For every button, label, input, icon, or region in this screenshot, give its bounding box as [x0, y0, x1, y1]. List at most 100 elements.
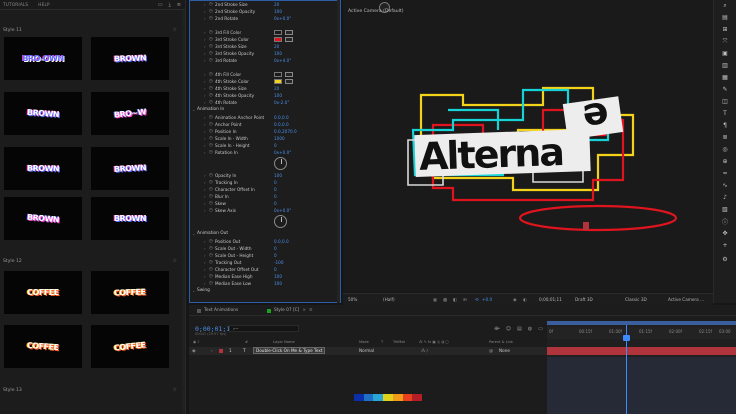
pickwhip-icon[interactable]: @: [489, 348, 493, 353]
col-trkmat[interactable]: TrkMat: [393, 340, 405, 344]
graph-editor-icon[interactable]: ▭: [538, 326, 543, 332]
region-icon[interactable]: ▦: [433, 297, 437, 302]
style-thumbnail[interactable]: COFFEE: [91, 271, 169, 314]
property-row[interactable]: › ◷ Animation Anchor Point 0.0,0.0: [190, 114, 340, 121]
close-icon[interactable]: ×: [302, 308, 306, 313]
property-row[interactable]: › ◷ Position In 0.0,2070.0: [190, 128, 340, 135]
property-row[interactable]: › ◷ 3rd Stroke Size 20: [190, 43, 340, 50]
property-value[interactable]: 0x+0.0°: [274, 208, 291, 213]
tab-help[interactable]: HELP: [38, 2, 49, 7]
property-value[interactable]: 100: [274, 93, 282, 98]
property-row[interactable]: › ◷ Tracking In 0: [190, 179, 340, 186]
property-row[interactable]: › ◷ Skew 0: [190, 200, 340, 207]
effect-controls-scrollbar[interactable]: [337, 0, 340, 303]
renderer-dropdown[interactable]: Classic 3D: [625, 297, 647, 302]
visibility-eye-icon[interactable]: ◉: [192, 348, 196, 353]
exposure-reset-icon[interactable]: ⟲: [475, 297, 479, 302]
col-layer-name[interactable]: Layer Name: [273, 340, 295, 344]
layer-parent-dropdown[interactable]: None: [499, 348, 510, 353]
property-value[interactable]: 0x+0.0°: [274, 16, 291, 21]
property-value[interactable]: 20: [274, 86, 279, 91]
wiggler-icon[interactable]: ≈: [721, 170, 729, 177]
property-row[interactable]: › ◷ 3rd Rotate 0x+4.0°: [190, 57, 340, 64]
property-value[interactable]: -100: [274, 260, 284, 265]
menu-icon[interactable]: ≡: [309, 308, 313, 313]
property-row[interactable]: › ◷ 2nd Rotate 0x+0.0°: [190, 15, 340, 22]
frame-blend-icon[interactable]: ▤: [517, 326, 522, 332]
layer-switches[interactable]: ⁂ ∕: [421, 348, 428, 353]
property-row[interactable]: › ◷ 2nd Stroke Size 20: [190, 1, 340, 8]
property-value[interactable]: 0: [274, 180, 277, 185]
style-thumbnail[interactable]: BROWN: [4, 92, 82, 135]
property-row[interactable]: › ◷ 3rd Fill Color: [190, 29, 340, 36]
property-value[interactable]: 100: [274, 51, 282, 56]
property-row[interactable]: › ◷ 4th Stroke Size 20: [190, 85, 340, 92]
style-thumbnail[interactable]: BROWN: [91, 37, 169, 80]
style-thumbnail[interactable]: BROWN: [91, 197, 169, 240]
paragraph-icon[interactable]: ≣: [721, 134, 729, 141]
property-row[interactable]: › ◷ 4th Rotate 0x-2.0°: [190, 99, 340, 106]
eyedropper-icon[interactable]: [285, 72, 293, 77]
property-value[interactable]: 100: [274, 173, 282, 178]
property-row[interactable]: › ◷ Scale Out - Width 0: [190, 245, 340, 252]
camera-dropdown[interactable]: Active Camera ...: [668, 297, 704, 302]
property-value[interactable]: 20: [274, 2, 279, 7]
property-value[interactable]: 0: [274, 187, 277, 192]
property-row[interactable]: › ◷ 3rd Stroke Color: [190, 36, 340, 43]
composition-viewer[interactable]: Active Camera (Default) Alterna e: [343, 0, 713, 292]
color-swatch[interactable]: [274, 30, 282, 35]
expand-triangle-icon[interactable]: ›: [211, 348, 213, 353]
guides-icon[interactable]: ⊞: [463, 297, 467, 302]
layer-name-field[interactable]: Double-Click On Me & Type Text: [253, 347, 326, 354]
tab-text-animations[interactable]: Text Animations: [197, 308, 238, 313]
menu-icon[interactable]: ≡: [177, 2, 181, 8]
exposure-value[interactable]: +0.0: [482, 297, 492, 302]
motion-icon[interactable]: ◎: [721, 146, 729, 153]
property-row[interactable]: › ◷ Character Offset In 0: [190, 186, 340, 193]
property-value[interactable]: 100: [274, 274, 282, 279]
style-thumbnail[interactable]: BRO~W: [91, 92, 169, 135]
eyedropper-icon[interactable]: [285, 79, 293, 84]
text-icon[interactable]: T: [721, 110, 729, 117]
timeline-tracks[interactable]: 0f 00:15f 01:00f 01:15f 02:00f 02:15f 03:00: [547, 321, 736, 414]
property-group[interactable]: ⌄ Swing: [190, 287, 340, 294]
shy-icon[interactable]: ☺: [506, 326, 511, 332]
property-row[interactable]: › ◷ Position Out 0.0,0.0: [190, 238, 340, 245]
property-value[interactable]: 0.0,2070.0: [274, 129, 297, 134]
property-row[interactable]: › ◷ Tracking Out -100: [190, 259, 340, 266]
property-row[interactable]: › ◷ Scale Out - Height 0: [190, 252, 340, 259]
mask-icon[interactable]: ◧: [453, 297, 457, 302]
download-icon[interactable]: ⤓: [169, 2, 171, 8]
property-value[interactable]: 0: [274, 194, 277, 199]
smoother-icon[interactable]: ∿: [721, 182, 729, 189]
viewer-timecode[interactable]: 0;00;01;11: [539, 297, 562, 302]
property-row[interactable]: › ◷ 3rd Stroke Opacity 100: [190, 50, 340, 57]
property-row[interactable]: › ◷ Skew Axis 0x+0.0°: [190, 207, 340, 214]
property-value[interactable]: 100: [274, 9, 282, 14]
property-value[interactable]: 0.0,0.0: [274, 115, 289, 120]
favorite-star-icon[interactable]: ☆: [173, 258, 177, 264]
style-thumbnail[interactable]: BROWN: [4, 147, 82, 190]
playhead-handle[interactable]: [623, 335, 630, 341]
property-value[interactable]: 0: [274, 201, 277, 206]
property-row[interactable]: › ◷ Median Ease High 100: [190, 273, 340, 280]
property-value[interactable]: 0: [274, 143, 277, 148]
transparency-grid-icon[interactable]: ▩: [443, 297, 447, 302]
property-row[interactable]: › ◷ Median Ease Low 100: [190, 280, 340, 287]
property-row[interactable]: › ◷ Character Offset Out 0: [190, 266, 340, 273]
color-swatch[interactable]: [274, 37, 282, 42]
property-group[interactable]: ⌄ Animation In: [190, 106, 340, 113]
draft-3d-icon[interactable]: ⟴: [494, 326, 500, 332]
property-value[interactable]: 0x+0.0°: [274, 150, 291, 155]
zoom-dropdown[interactable]: 50%: [348, 297, 357, 302]
search-icon[interactable]: ⌕: [721, 2, 729, 9]
col-mode[interactable]: Mode: [359, 340, 369, 344]
color-swatch[interactable]: [274, 72, 282, 77]
property-value[interactable]: 0.0,0.0: [274, 122, 289, 127]
property-row[interactable]: › ◷ Blur In 0: [190, 193, 340, 200]
property-value[interactable]: 0.0,0.0: [274, 239, 289, 244]
left-panel-scrollbar[interactable]: [182, 10, 185, 414]
eyedropper-icon[interactable]: [285, 30, 293, 35]
property-value[interactable]: 0x+4.0°: [274, 58, 291, 63]
motion-blur-icon[interactable]: ◍: [528, 326, 532, 332]
